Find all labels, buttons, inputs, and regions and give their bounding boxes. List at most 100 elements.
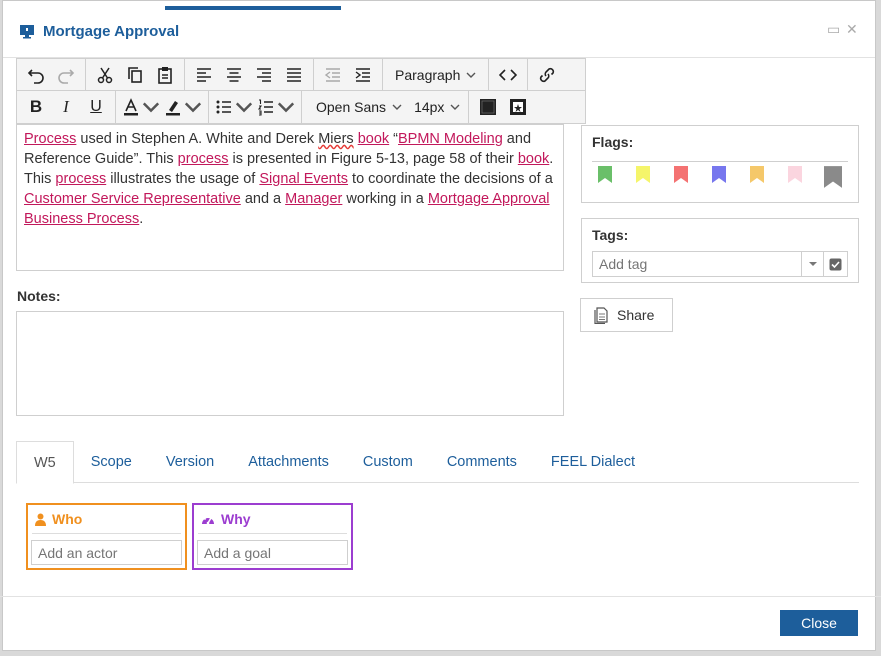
flag-1-icon[interactable] xyxy=(592,166,618,194)
why-divider xyxy=(198,533,347,534)
history-group xyxy=(17,59,86,90)
why-header: Why xyxy=(201,511,251,527)
paste-icon[interactable] xyxy=(150,60,180,90)
flags-label: Flags: xyxy=(592,134,634,150)
description-link[interactable]: process xyxy=(55,171,106,187)
flag-2-icon[interactable] xyxy=(630,166,656,194)
close-window-icon[interactable]: ✕ xyxy=(846,21,858,38)
flag-3-icon[interactable] xyxy=(668,166,694,194)
list-group xyxy=(209,91,302,123)
why-label: Why xyxy=(221,511,251,527)
flag-5-icon[interactable] xyxy=(744,166,770,194)
actor-input[interactable] xyxy=(31,540,182,565)
text-style-group: B I U xyxy=(17,91,116,123)
who-divider xyxy=(32,533,181,534)
numbered-list-button[interactable] xyxy=(255,92,297,122)
highlight-button[interactable] xyxy=(162,92,204,122)
numbered-list-icon xyxy=(257,99,273,116)
tags-panel: Tags: xyxy=(581,218,859,283)
description-text: illustrates the usage of xyxy=(106,171,260,187)
misspelled-word: Miers xyxy=(318,131,354,147)
description-text: is presented in Figure 5-13, page 58 of … xyxy=(228,151,518,167)
detail-tabs: W5 Scope Version Attachments Custom Comments F… xyxy=(16,441,859,484)
monitor-icon xyxy=(20,25,34,39)
tab-version[interactable]: Version xyxy=(149,441,231,482)
justify-icon[interactable] xyxy=(279,60,309,90)
link-group xyxy=(528,59,566,90)
description-link[interactable]: book xyxy=(358,131,389,147)
tag-input[interactable] xyxy=(592,251,802,277)
align-center-icon[interactable] xyxy=(219,60,249,90)
copy-icon[interactable] xyxy=(120,60,150,90)
description-link[interactable]: Customer Service Representative xyxy=(24,191,241,207)
share-button[interactable]: Share xyxy=(580,298,673,332)
flags-row xyxy=(592,161,848,194)
font-size-select[interactable]: 14px xyxy=(406,92,464,122)
underline-icon[interactable]: U xyxy=(81,92,111,122)
block-format-select[interactable]: Paragraph xyxy=(387,60,484,90)
font-family-select[interactable]: Open Sans xyxy=(306,92,406,122)
source-code-icon[interactable] xyxy=(493,60,523,90)
chevron-down-icon xyxy=(142,102,160,113)
bullet-list-button[interactable] xyxy=(213,92,255,122)
description-link[interactable]: Manager xyxy=(285,191,342,207)
tab-custom[interactable]: Custom xyxy=(346,441,430,482)
description-link[interactable]: book xyxy=(518,151,549,167)
tag-confirm-button[interactable] xyxy=(824,251,848,277)
font-size-value: 14px xyxy=(414,99,445,115)
image-icon[interactable] xyxy=(503,92,533,122)
cut-icon[interactable] xyxy=(90,60,120,90)
description-text: to coordinate the decisions of a xyxy=(348,171,553,187)
chevron-down-icon xyxy=(392,104,402,110)
chevron-down-icon xyxy=(466,72,476,78)
font-family-value: Open Sans xyxy=(316,99,387,115)
tab-scope[interactable]: Scope xyxy=(74,441,149,482)
notes-textarea[interactable] xyxy=(16,311,564,416)
dashboard-icon xyxy=(202,516,214,525)
flag-7-icon[interactable] xyxy=(820,166,846,194)
fill-icon[interactable] xyxy=(473,92,503,122)
indent-icon[interactable] xyxy=(348,60,378,90)
block-format-group: Paragraph xyxy=(383,59,490,90)
redo-icon[interactable] xyxy=(51,60,81,90)
dialog-titlebar: Mortgage Approval ▭ ✕ xyxy=(3,1,875,58)
flag-4-icon[interactable] xyxy=(706,166,732,194)
tab-comments[interactable]: Comments xyxy=(430,441,534,482)
description-link[interactable]: BPMN Modeling xyxy=(398,131,503,147)
maximize-icon[interactable]: ▭ xyxy=(827,21,840,38)
description-editor[interactable]: Process used in Stephen A. White and Der… xyxy=(16,124,564,271)
text-color-button[interactable] xyxy=(120,92,162,122)
description-link[interactable]: Process xyxy=(24,131,76,147)
description-link[interactable]: process xyxy=(178,151,229,167)
user-icon xyxy=(35,513,46,526)
flag-6-icon[interactable] xyxy=(782,166,808,194)
tab-attachments[interactable]: Attachments xyxy=(231,441,346,482)
description-text: “ xyxy=(389,131,399,147)
font-group: Open Sans 14px xyxy=(302,91,470,123)
outdent-icon[interactable] xyxy=(318,60,348,90)
flags-panel: Flags: xyxy=(581,125,859,203)
bold-icon[interactable]: B xyxy=(21,92,51,122)
goal-input[interactable] xyxy=(197,540,348,565)
who-box: Who xyxy=(26,503,187,570)
description-link[interactable]: Signal Events xyxy=(259,171,348,187)
share-label: Share xyxy=(617,307,655,323)
link-icon[interactable] xyxy=(532,60,562,90)
align-left-icon[interactable] xyxy=(189,60,219,90)
italic-icon[interactable]: I xyxy=(51,92,81,122)
why-box: Why xyxy=(192,503,353,570)
tab-feel-dialect[interactable]: FEEL Dialect xyxy=(534,441,652,482)
highlight-icon xyxy=(166,101,180,116)
chevron-down-icon xyxy=(277,102,295,113)
tag-dropdown-button[interactable] xyxy=(802,251,824,277)
fill-image-group xyxy=(469,91,537,123)
text-color-icon xyxy=(124,98,138,116)
tags-label: Tags: xyxy=(592,227,629,243)
tab-w5[interactable]: W5 xyxy=(16,441,74,484)
close-button[interactable]: Close xyxy=(780,610,858,636)
undo-icon[interactable] xyxy=(21,60,51,90)
description-text: used in Stephen A. White and Derek xyxy=(76,131,319,147)
align-right-icon[interactable] xyxy=(249,60,279,90)
toolbar-row-2: B I U Open Sans 14px xyxy=(16,91,586,124)
editor-toolbar: Paragraph B I U Open Sans 14px xyxy=(16,58,586,124)
